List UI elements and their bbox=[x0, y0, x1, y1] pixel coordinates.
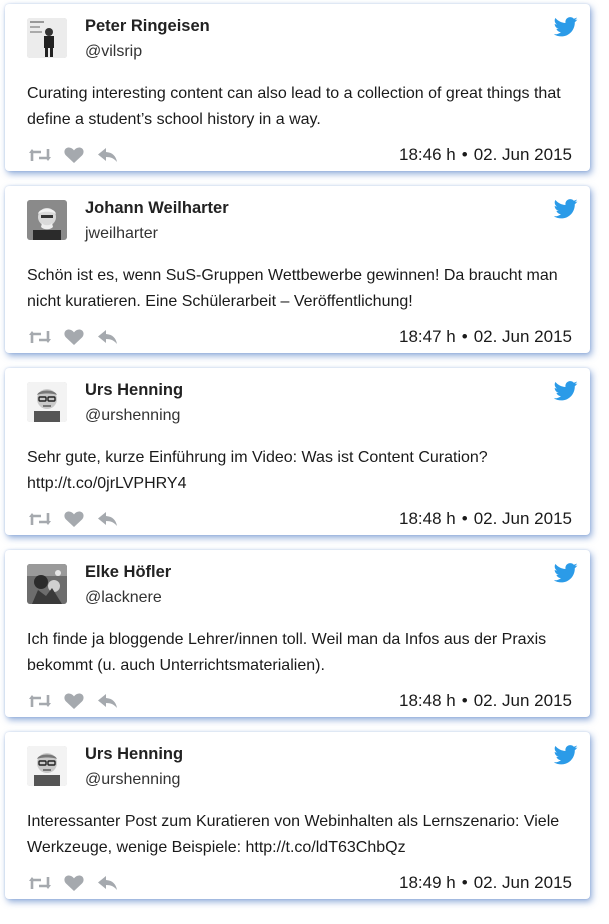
retweet-icon[interactable] bbox=[29, 510, 51, 528]
tweet-text: Ich finde ja bloggende Lehrer/innen toll… bbox=[27, 631, 547, 674]
heart-icon[interactable] bbox=[63, 874, 85, 892]
twitter-bird-icon[interactable] bbox=[553, 563, 578, 583]
avatar[interactable] bbox=[27, 200, 67, 240]
twitter-bird-icon[interactable] bbox=[553, 17, 578, 37]
retweet-icon[interactable] bbox=[29, 146, 51, 164]
reply-icon[interactable] bbox=[97, 692, 119, 710]
avatar[interactable] bbox=[27, 564, 67, 604]
tweet-text: Sehr gute, kurze Einführung im Video: Wa… bbox=[27, 449, 488, 492]
separator-dot: • bbox=[461, 145, 468, 164]
tweet-time: 18:47 h bbox=[399, 327, 456, 346]
avatar[interactable] bbox=[27, 382, 67, 422]
tweet-text: Schön ist es, wenn SuS-Gruppen Wettbewer… bbox=[27, 267, 558, 310]
reply-icon[interactable] bbox=[97, 874, 119, 892]
separator-dot: • bbox=[461, 509, 468, 528]
display-name[interactable]: Urs Henning bbox=[85, 745, 183, 764]
user-handle[interactable]: @urshenning bbox=[85, 407, 180, 425]
separator-dot: • bbox=[461, 327, 468, 346]
tweet-timestamp[interactable]: 18:46 h • 02. Jun 2015 bbox=[399, 145, 572, 165]
tweet-card[interactable]: Urs Henning @urshenning Sehr gute, kurze… bbox=[5, 368, 590, 535]
tweet-actions bbox=[29, 509, 131, 529]
display-name[interactable]: Johann Weilharter bbox=[85, 199, 229, 218]
tweet-actions bbox=[29, 145, 131, 165]
user-handle[interactable]: @urshenning bbox=[85, 771, 180, 789]
heart-icon[interactable] bbox=[63, 692, 85, 710]
tweet-date: 02. Jun 2015 bbox=[473, 327, 572, 346]
tweet-text: Curating interesting content can also le… bbox=[27, 85, 561, 128]
tweet-time: 18:46 h bbox=[399, 145, 456, 164]
tweet-timestamp[interactable]: 18:48 h • 02. Jun 2015 bbox=[399, 509, 572, 529]
tweet-card[interactable]: Urs Henning @urshenning Interessanter Po… bbox=[5, 732, 590, 899]
avatar[interactable] bbox=[27, 746, 67, 786]
tweet-time: 18:48 h bbox=[399, 509, 456, 528]
heart-icon[interactable] bbox=[63, 328, 85, 346]
tweet-time: 18:49 h bbox=[399, 873, 456, 892]
retweet-icon[interactable] bbox=[29, 328, 51, 346]
twitter-bird-icon[interactable] bbox=[553, 381, 578, 401]
tweet-actions bbox=[29, 327, 131, 347]
user-handle[interactable]: jweilharter bbox=[85, 225, 158, 243]
tweet-timestamp[interactable]: 18:49 h • 02. Jun 2015 bbox=[399, 873, 572, 893]
tweet-card[interactable]: Elke Höfler @lacknere Ich finde ja blogg… bbox=[5, 550, 590, 717]
tweet-date: 02. Jun 2015 bbox=[473, 145, 572, 164]
tweet-text: Interessanter Post zum Kuratieren von We… bbox=[27, 813, 560, 856]
separator-dot: • bbox=[461, 691, 468, 710]
avatar[interactable] bbox=[27, 18, 67, 58]
reply-icon[interactable] bbox=[97, 510, 119, 528]
tweet-timestamp[interactable]: 18:48 h • 02. Jun 2015 bbox=[399, 691, 572, 711]
display-name[interactable]: Urs Henning bbox=[85, 381, 183, 400]
twitter-bird-icon[interactable] bbox=[553, 745, 578, 765]
separator-dot: • bbox=[461, 873, 468, 892]
heart-icon[interactable] bbox=[63, 146, 85, 164]
retweet-icon[interactable] bbox=[29, 692, 51, 710]
tweet-date: 02. Jun 2015 bbox=[473, 873, 572, 892]
tweet-card[interactable]: Johann Weilharter jweilharter Schön ist … bbox=[5, 186, 590, 353]
reply-icon[interactable] bbox=[97, 328, 119, 346]
retweet-icon[interactable] bbox=[29, 874, 51, 892]
reply-icon[interactable] bbox=[97, 146, 119, 164]
tweet-time: 18:48 h bbox=[399, 691, 456, 710]
display-name[interactable]: Elke Höfler bbox=[85, 563, 171, 582]
heart-icon[interactable] bbox=[63, 510, 85, 528]
tweet-card[interactable]: Peter Ringeisen @vilsrip Curating intere… bbox=[5, 4, 590, 171]
user-handle[interactable]: @vilsrip bbox=[85, 43, 142, 61]
twitter-bird-icon[interactable] bbox=[553, 199, 578, 219]
tweet-actions bbox=[29, 873, 131, 893]
tweet-actions bbox=[29, 691, 131, 711]
user-handle[interactable]: @lacknere bbox=[85, 589, 162, 607]
tweet-date: 02. Jun 2015 bbox=[473, 691, 572, 710]
tweet-timestamp[interactable]: 18:47 h • 02. Jun 2015 bbox=[399, 327, 572, 347]
display-name[interactable]: Peter Ringeisen bbox=[85, 17, 210, 36]
tweet-date: 02. Jun 2015 bbox=[473, 509, 572, 528]
